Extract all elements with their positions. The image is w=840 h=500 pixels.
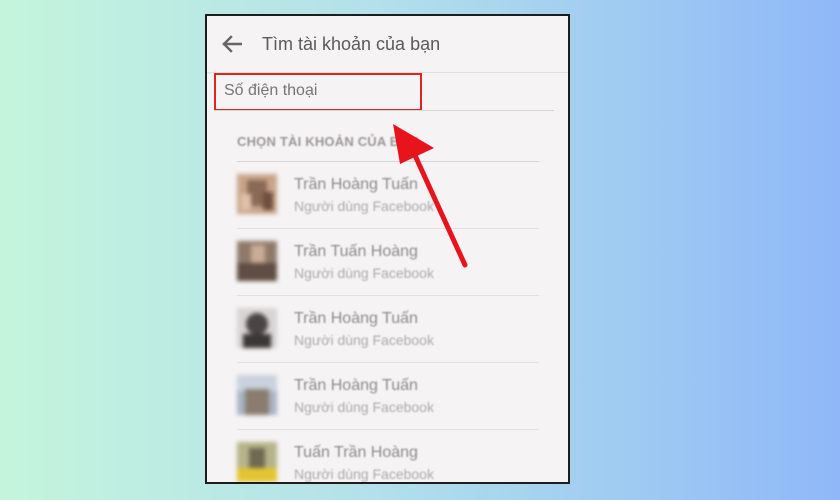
account-name: Trần Hoàng Tuấn [294,377,418,394]
avatar [237,241,277,281]
account-item[interactable]: Trần Tuấn Hoàng Người dùng Facebook [237,229,539,296]
arrow-left-icon[interactable] [222,35,242,53]
account-item[interactable]: Tuấn Trần Hoàng Người dùng Facebook [237,430,539,482]
account-name: Trần Hoàng Tuấn [294,176,418,193]
phone-screen: Tìm tài khoản của bạn CHỌN TÀI KHOẢN CỦA… [205,14,570,484]
account-subtitle: Người dùng Facebook [294,466,434,482]
phone-number-input[interactable] [224,82,414,100]
account-item[interactable]: Trần Hoàng Tuấn Người dùng Facebook [237,363,539,430]
account-subtitle: Người dùng Facebook [294,399,434,415]
avatar [237,308,277,348]
account-item[interactable]: Trần Hoàng Tuấn Người dùng Facebook [237,162,539,229]
section-title: CHỌN TÀI KHOẢN CỦA BẠN [237,134,419,149]
phone-number-field[interactable] [214,73,422,111]
account-name: Tuấn Trần Hoàng [294,444,418,461]
account-name: Trần Tuấn Hoàng [294,243,418,260]
avatar [237,174,277,214]
account-item[interactable]: Trần Hoàng Tuấn Người dùng Facebook [237,296,539,363]
account-name: Trần Hoàng Tuấn [294,310,418,327]
input-underline [214,110,554,111]
page-title: Tìm tài khoản của bạn [262,34,441,54]
account-subtitle: Người dùng Facebook [294,332,434,348]
app-header: Tìm tài khoản của bạn [207,16,568,73]
account-list: Trần Hoàng Tuấn Người dùng Facebook Trần… [237,162,539,482]
avatar [237,442,277,482]
account-subtitle: Người dùng Facebook [294,198,434,214]
avatar [237,375,277,415]
account-subtitle: Người dùng Facebook [294,265,434,281]
